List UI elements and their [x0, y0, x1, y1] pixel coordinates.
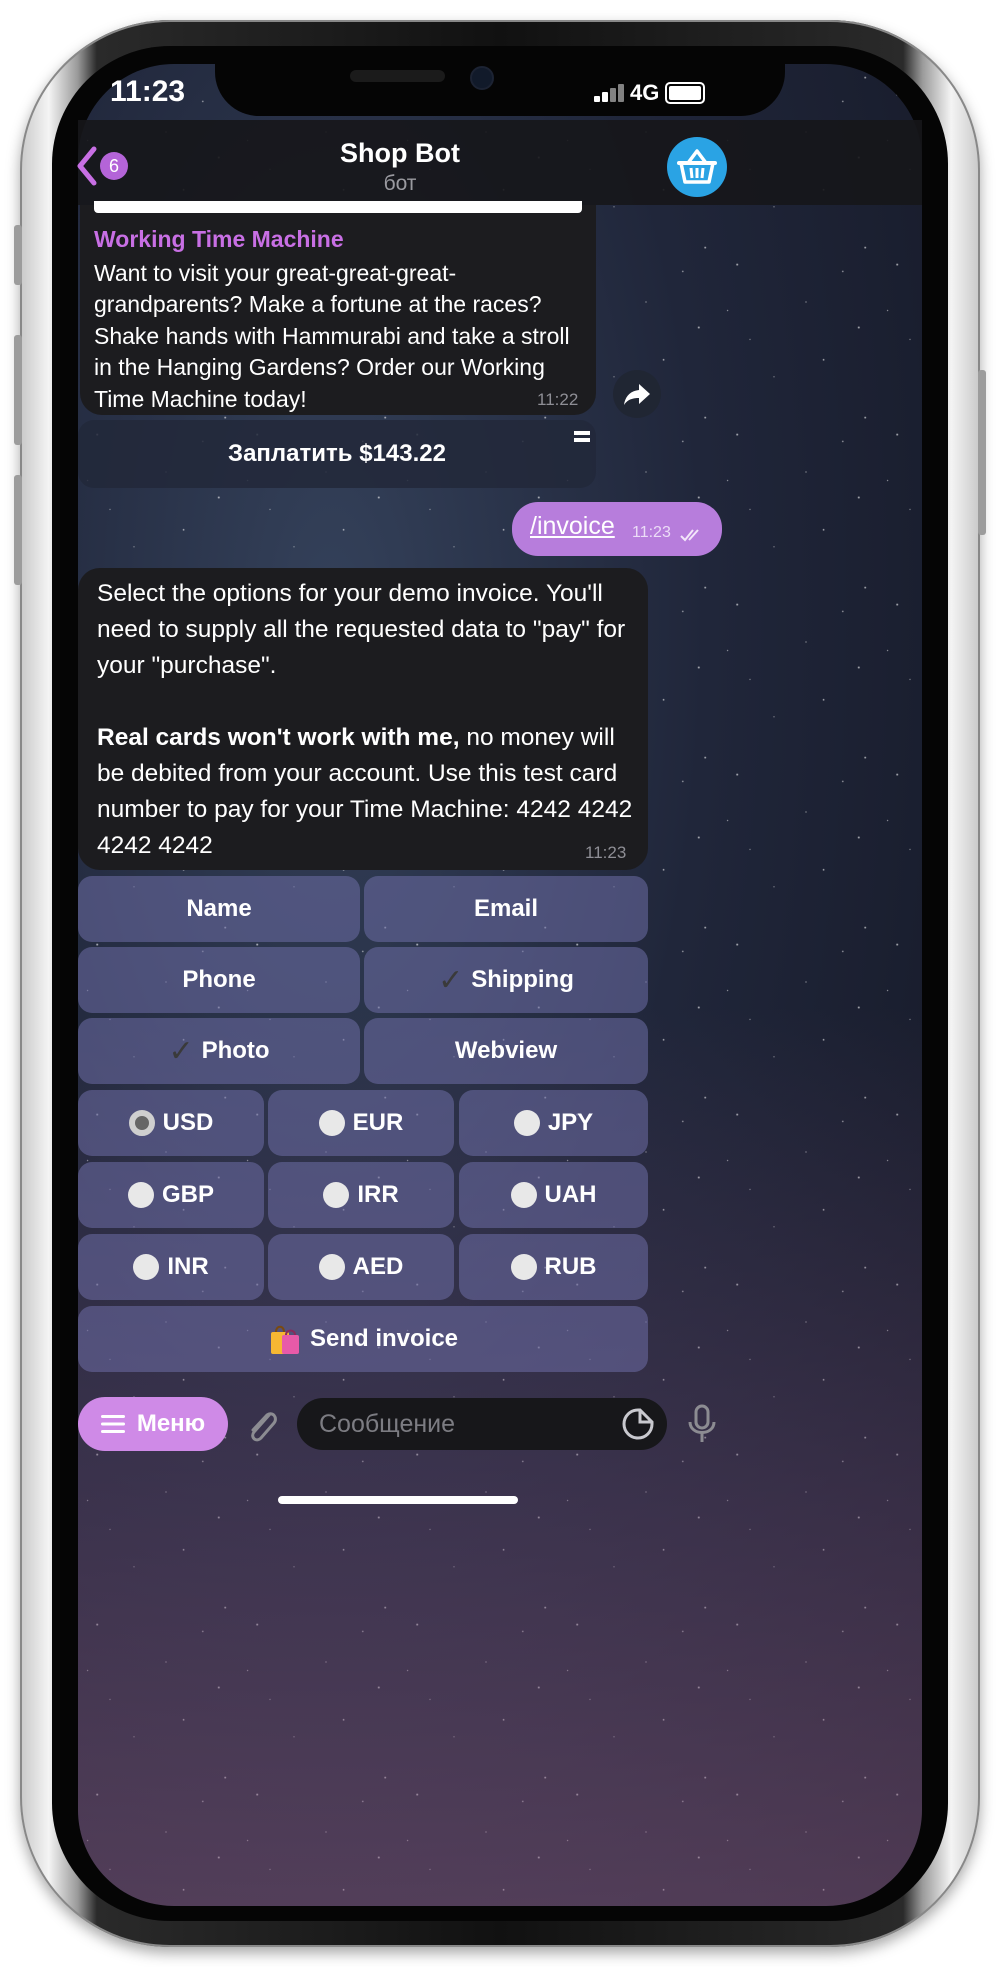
bot-reply-text: Select the options for your demo invoice…	[97, 576, 642, 864]
product-title: Working Time Machine	[94, 226, 344, 252]
pay-button[interactable]: Заплатить $143.22	[78, 420, 596, 488]
battery-icon	[665, 82, 705, 104]
message-input[interactable]: Сообщение	[297, 1398, 667, 1450]
option-label: Email	[473, 895, 539, 922]
currency-label: RUB	[544, 1253, 597, 1280]
chat-subtitle: бот	[383, 172, 417, 195]
currency-uah-button[interactable]: UAH	[459, 1162, 648, 1228]
currency-label: UAH	[544, 1181, 597, 1208]
radio-icon	[510, 1182, 537, 1208]
paperclip-icon	[251, 1412, 277, 1442]
currency-irr-button[interactable]: IRR	[268, 1162, 454, 1228]
radio-icon	[133, 1254, 160, 1280]
home-indicator[interactable]	[278, 1496, 518, 1504]
option-label: Photo	[201, 1037, 270, 1064]
volume-up-button	[14, 335, 22, 445]
currency-label: USD	[162, 1109, 214, 1136]
option-email-button[interactable]: Email	[364, 876, 648, 942]
speaker	[350, 70, 445, 82]
status-time: 11:23	[110, 75, 186, 108]
currency-inr-button[interactable]: INR	[78, 1234, 264, 1300]
radio-selected-icon	[128, 1110, 155, 1136]
microphone-button[interactable]	[684, 1402, 720, 1451]
hamburger-icon	[100, 1415, 125, 1433]
option-phone-button[interactable]: Phone	[78, 947, 360, 1013]
bot-reply-intro: Select the options for your demo invoice…	[97, 580, 626, 679]
currency-jpy-button[interactable]: JPY	[459, 1090, 648, 1156]
invoice-command-link[interactable]: /invoice	[530, 512, 615, 541]
bot-reply-bold: Real cards won't work with me,	[97, 724, 460, 751]
option-label: Name	[186, 895, 252, 922]
share-button[interactable]	[613, 370, 661, 418]
radio-icon	[127, 1182, 154, 1208]
currency-eur-button[interactable]: EUR	[268, 1090, 454, 1156]
menu-button[interactable]: Меню	[78, 1397, 228, 1451]
option-name-button[interactable]: Name	[78, 876, 360, 942]
mute-switch	[14, 225, 22, 285]
basket-icon	[677, 149, 717, 184]
option-label: Webview	[454, 1037, 558, 1064]
unread-badge: 6	[100, 152, 128, 180]
product-image	[94, 201, 582, 213]
shopping-bags-icon	[270, 1325, 299, 1354]
option-shipping-button[interactable]: ✓ Shipping	[364, 947, 648, 1013]
radio-icon	[318, 1254, 345, 1280]
radio-icon	[318, 1110, 345, 1136]
currency-label: GBP	[161, 1181, 214, 1208]
chat-header	[78, 120, 922, 205]
send-invoice-label: Send invoice	[309, 1325, 459, 1352]
currency-usd-button[interactable]: USD	[78, 1090, 264, 1156]
network-type: 4G	[630, 80, 660, 105]
payment-icon	[574, 431, 590, 442]
checkmark-icon: ✓	[168, 1034, 194, 1068]
volume-down-button	[14, 475, 22, 585]
sticker-icon	[622, 1408, 654, 1440]
option-webview-button[interactable]: Webview	[364, 1018, 648, 1084]
front-camera	[470, 66, 494, 90]
currency-label: JPY	[547, 1109, 594, 1136]
double-check-icon	[680, 529, 699, 542]
bot-reply-time: 11:23	[585, 843, 627, 862]
bot-avatar[interactable]	[667, 137, 727, 197]
checkmark-icon: ✓	[438, 963, 464, 997]
currency-label: EUR	[352, 1109, 404, 1136]
currency-aed-button[interactable]: AED	[268, 1234, 454, 1300]
currency-label: AED	[352, 1253, 404, 1280]
sticker-button[interactable]	[620, 1406, 656, 1447]
currency-rub-button[interactable]: RUB	[459, 1234, 648, 1300]
option-label: Phone	[182, 966, 256, 993]
share-icon	[624, 384, 650, 405]
currency-label: IRR	[357, 1181, 399, 1208]
radio-icon	[323, 1182, 350, 1208]
signal-icon	[594, 82, 624, 102]
chat-title[interactable]: Shop Bot	[300, 138, 500, 169]
currency-label: INR	[167, 1253, 209, 1280]
message-time: 11:22	[537, 390, 579, 409]
radio-icon	[513, 1110, 540, 1136]
menu-label: Меню	[136, 1410, 206, 1437]
attach-button[interactable]	[240, 1402, 284, 1451]
currency-gbp-button[interactable]: GBP	[78, 1162, 264, 1228]
radio-icon	[510, 1254, 537, 1280]
notch	[215, 46, 785, 116]
product-description: Want to visit your great-great-great-gra…	[94, 260, 570, 412]
power-button	[978, 370, 986, 535]
microphone-icon	[688, 1404, 716, 1442]
option-label: Shipping	[471, 966, 574, 993]
send-invoice-button[interactable]: Send invoice	[78, 1306, 648, 1372]
outgoing-time: 11:23	[632, 524, 671, 541]
option-photo-button[interactable]: ✓ Photo	[78, 1018, 360, 1084]
